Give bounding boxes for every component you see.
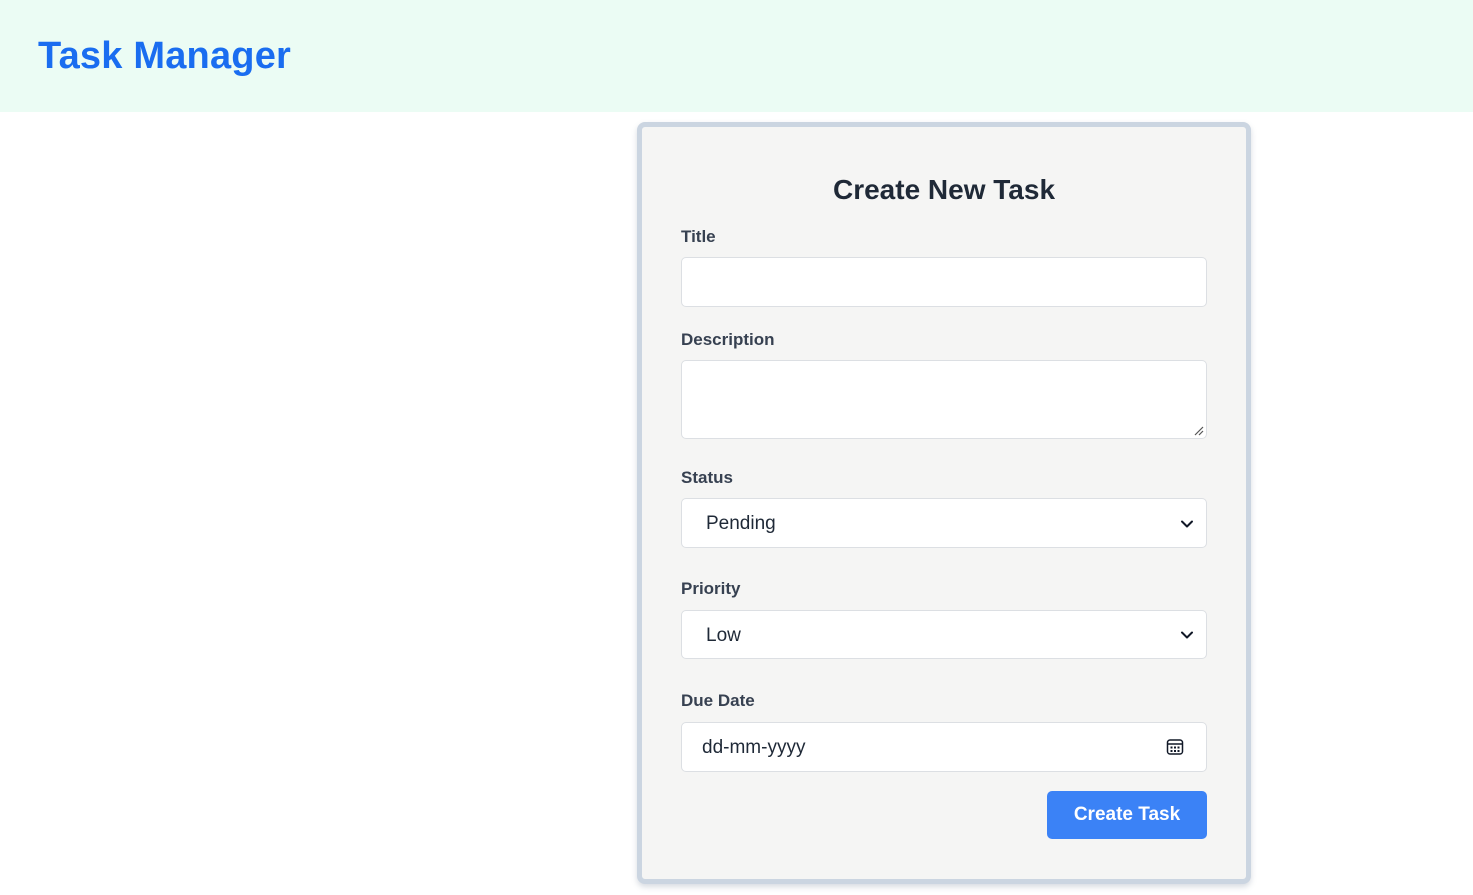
resize-grip-icon[interactable] [1193,425,1204,436]
priority-label: Priority [681,579,741,598]
due-date-label: Due Date [681,691,755,710]
app-header: Task Manager [0,0,1473,112]
description-label: Description [681,330,775,349]
app-title: Task Manager [38,35,292,77]
title-label: Title [681,227,716,246]
chevron-down-icon [1181,631,1193,639]
due-date-placeholder: dd-mm-yyyy [702,737,806,758]
priority-select[interactable]: Low [681,610,1207,659]
due-date-input[interactable]: dd-mm-yyyy [681,722,1207,772]
create-task-form: Create New Task Title Description Status… [637,122,1251,884]
form-title: Create New Task [832,174,1056,205]
status-label: Status [681,468,733,487]
description-textarea[interactable] [681,360,1207,439]
create-task-button[interactable]: Create Task [1047,791,1207,839]
status-select[interactable]: Pending [681,498,1207,548]
title-input[interactable] [681,257,1207,307]
priority-selected-value: Low [706,625,741,646]
status-selected-value: Pending [706,513,776,534]
calendar-icon[interactable] [1166,738,1184,756]
chevron-down-icon [1181,520,1193,528]
